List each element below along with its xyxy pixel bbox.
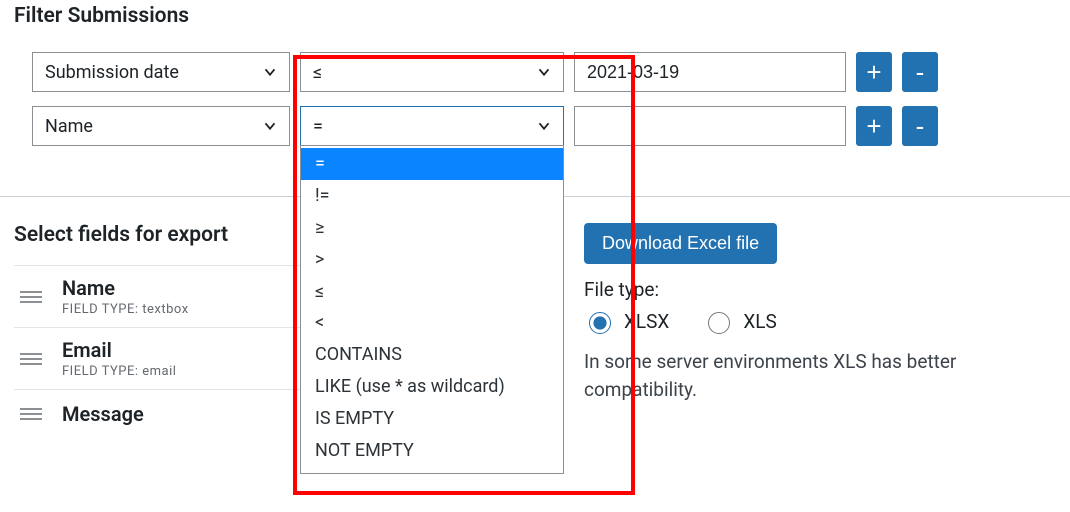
- chevron-down-icon: [535, 63, 553, 81]
- operator-dropdown: = != ≥ > ≤ < CONTAINS LIKE (use * as wil…: [300, 145, 564, 474]
- operator-option[interactable]: CONTAINS: [301, 339, 563, 371]
- add-filter-button[interactable]: +: [856, 106, 892, 146]
- drag-handle-icon[interactable]: [20, 291, 42, 303]
- filter-submissions-section: Filter Submissions Submission date ≤ + -: [0, 0, 1070, 197]
- filetype-radio-group: XLSX XLS: [584, 309, 1056, 334]
- operator-option[interactable]: IS EMPTY: [301, 403, 563, 435]
- filter-field-value: Submission date: [45, 62, 179, 83]
- filter-operator-value: ≤: [313, 62, 322, 83]
- field-type: FIELD TYPE: email: [62, 364, 176, 379]
- field-name: Email: [62, 338, 176, 362]
- filter-row: Submission date ≤ + -: [32, 52, 1056, 92]
- field-info: Email FIELD TYPE: email: [62, 338, 176, 379]
- filter-rows: Submission date ≤ + - Name: [32, 52, 1056, 146]
- operator-option[interactable]: ≤: [301, 276, 563, 308]
- filetype-radio[interactable]: [589, 312, 611, 334]
- filter-row: Name = = != ≥ > ≤ < CONTAINS LI: [32, 106, 1056, 146]
- drag-handle-icon[interactable]: [20, 353, 42, 365]
- operator-option[interactable]: =: [301, 148, 563, 180]
- filter-value-input[interactable]: [574, 52, 846, 92]
- download-excel-button[interactable]: Download Excel file: [584, 223, 777, 264]
- remove-filter-button[interactable]: -: [902, 106, 938, 146]
- chevron-down-icon: [535, 117, 553, 135]
- filter-value-input[interactable]: [574, 106, 846, 146]
- operator-option[interactable]: LIKE (use * as wildcard): [301, 371, 563, 403]
- filetype-radio[interactable]: [708, 312, 730, 334]
- chevron-down-icon: [261, 63, 279, 81]
- remove-filter-button[interactable]: -: [902, 52, 938, 92]
- chevron-down-icon: [261, 117, 279, 135]
- field-info: Message: [62, 402, 144, 426]
- filter-field-select[interactable]: Name: [32, 106, 290, 146]
- filter-operator-select[interactable]: ≤: [300, 52, 564, 92]
- add-filter-button[interactable]: +: [856, 52, 892, 92]
- field-type: FIELD TYPE: textbox: [62, 302, 189, 317]
- operator-option[interactable]: >: [301, 244, 563, 276]
- filter-operator-select[interactable]: = = != ≥ > ≤ < CONTAINS LIKE (use * as w…: [300, 106, 564, 146]
- field-name: Message: [62, 402, 144, 426]
- filter-field-select[interactable]: Submission date: [32, 52, 290, 92]
- field-name: Name: [62, 276, 189, 300]
- filetype-option-xls[interactable]: XLS: [703, 309, 776, 334]
- filetype-label: File type:: [584, 278, 1056, 301]
- drag-handle-icon[interactable]: [20, 408, 42, 420]
- filter-field-value: Name: [45, 116, 93, 137]
- field-info: Name FIELD TYPE: textbox: [62, 276, 189, 317]
- export-options-panel: Download Excel file File type: XLSX XLS …: [584, 223, 1056, 403]
- filter-operator-value: =: [313, 116, 323, 137]
- operator-option[interactable]: <: [301, 307, 563, 339]
- operator-option[interactable]: NOT EMPTY: [301, 435, 563, 467]
- filetype-option-xlsx[interactable]: XLSX: [584, 309, 669, 334]
- operator-option[interactable]: !=: [301, 180, 563, 212]
- operator-option[interactable]: ≥: [301, 212, 563, 244]
- filetype-hint: In some server environments XLS has bett…: [584, 348, 1014, 403]
- filter-title: Filter Submissions: [14, 4, 1056, 28]
